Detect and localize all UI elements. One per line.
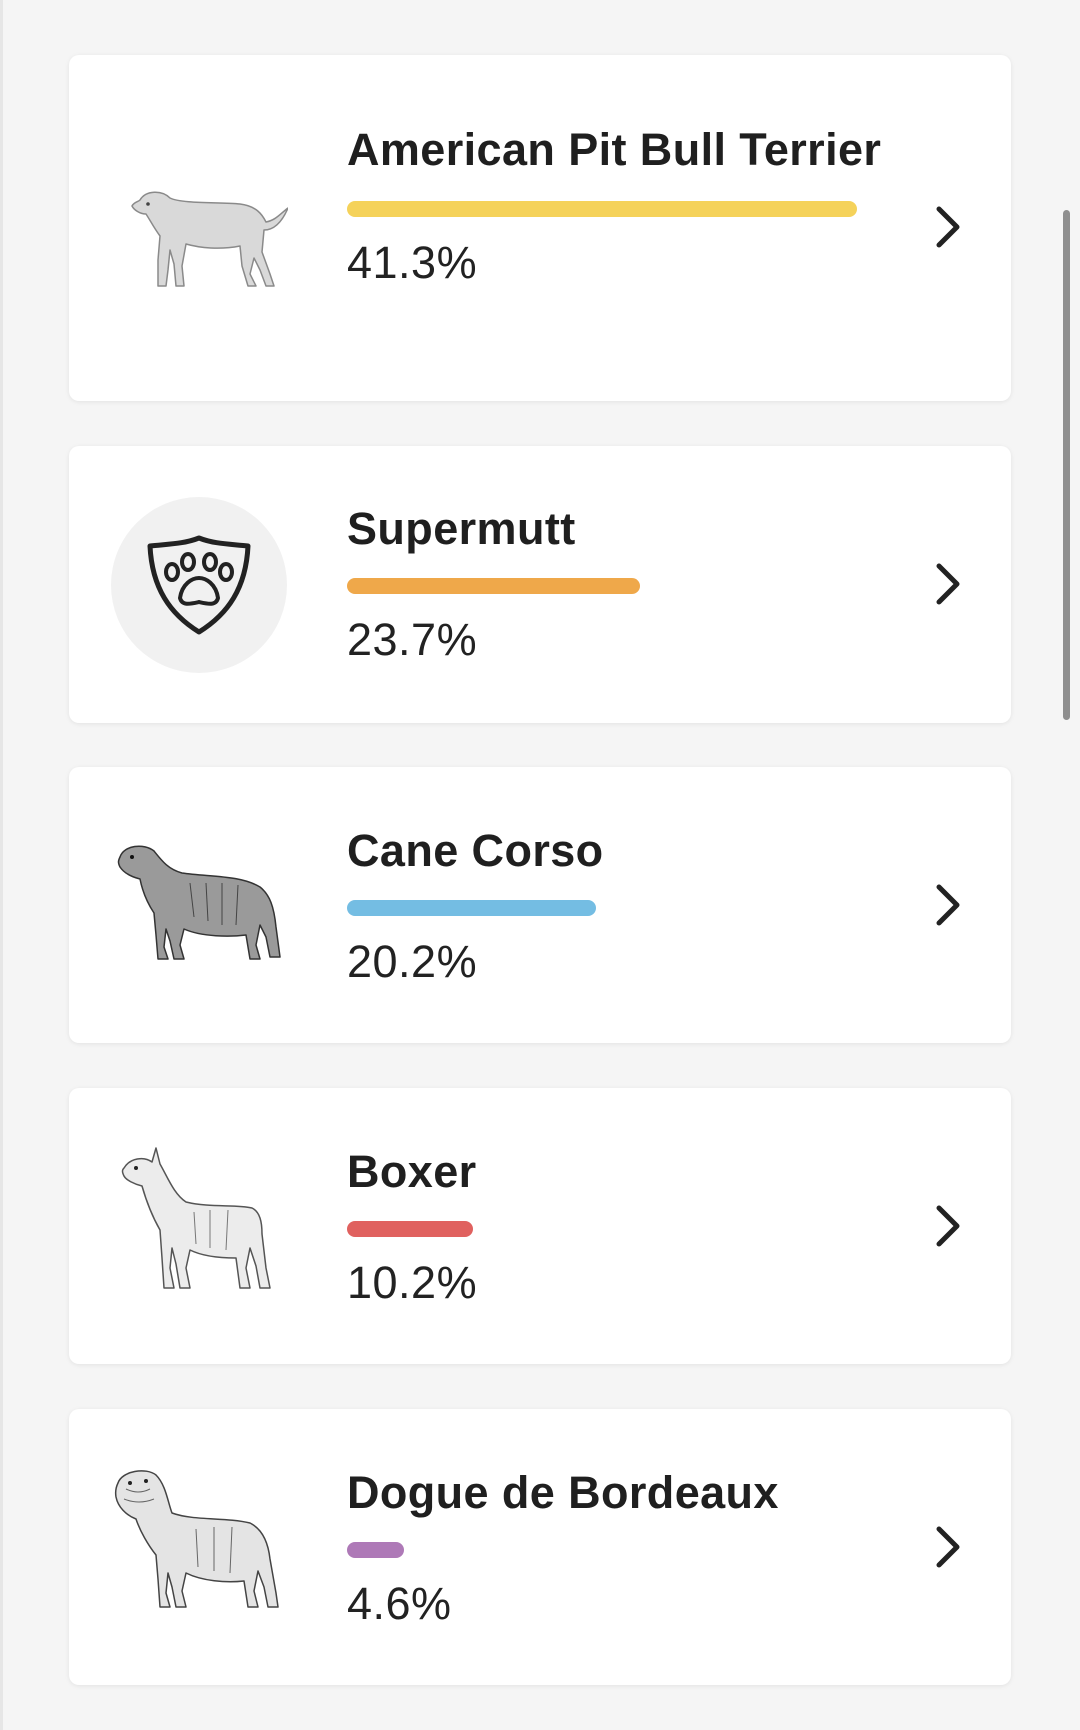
percentage-bar [347,578,857,594]
breed-percentage: 41.3% [347,237,478,288]
breed-card-cane-corso[interactable]: Cane Corso 20.2% [69,767,1011,1043]
breed-name: Cane Corso [347,825,604,876]
breed-name: Supermutt [347,503,576,554]
percentage-bar-fill [347,900,596,916]
percentage-bar [347,1221,857,1237]
breed-card-supermutt[interactable]: Supermutt 23.7% [69,446,1011,723]
breed-name: Boxer [347,1146,477,1197]
breed-card-american-pit-bull-terrier[interactable]: American Pit Bull Terrier 41.3% [69,55,1011,401]
chevron-right-icon[interactable] [929,879,969,931]
breed-percentage: 23.7% [347,614,478,665]
percentage-bar [347,201,857,217]
percentage-bar [347,1542,857,1558]
chevron-right-icon[interactable] [929,558,969,610]
breed-name: American Pit Bull Terrier [347,124,882,175]
breed-info: Supermutt 23.7% [347,494,887,670]
breed-info: Boxer 10.2% [347,1137,887,1313]
breed-info: American Pit Bull Terrier 41.3% [347,115,887,293]
breed-card-boxer[interactable]: Boxer 10.2% [69,1088,1011,1364]
breed-percentage: 20.2% [347,936,478,987]
dog-illustration-icon [110,1138,288,1316]
paw-shield-icon [110,496,288,674]
dog-illustration-icon [110,140,288,318]
breed-percentage: 4.6% [347,1578,452,1629]
dog-illustration-icon [110,1459,288,1637]
breed-info: Cane Corso 20.2% [347,816,887,992]
breed-card-dogue-de-bordeaux[interactable]: Dogue de Bordeaux 4.6% [69,1409,1011,1685]
chevron-right-icon[interactable] [929,201,969,253]
percentage-bar-fill [347,201,857,217]
chevron-right-icon[interactable] [929,1521,969,1573]
scrollbar[interactable] [1063,210,1070,720]
breed-info: Dogue de Bordeaux 4.6% [347,1458,887,1634]
page-edge [0,0,3,1730]
breed-percentage: 10.2% [347,1257,478,1308]
percentage-bar-fill [347,578,640,594]
percentage-bar-fill [347,1542,404,1558]
chevron-right-icon[interactable] [929,1200,969,1252]
percentage-bar [347,900,857,916]
percentage-bar-fill [347,1221,473,1237]
dog-illustration-icon [110,817,288,995]
breed-name: Dogue de Bordeaux [347,1467,779,1518]
